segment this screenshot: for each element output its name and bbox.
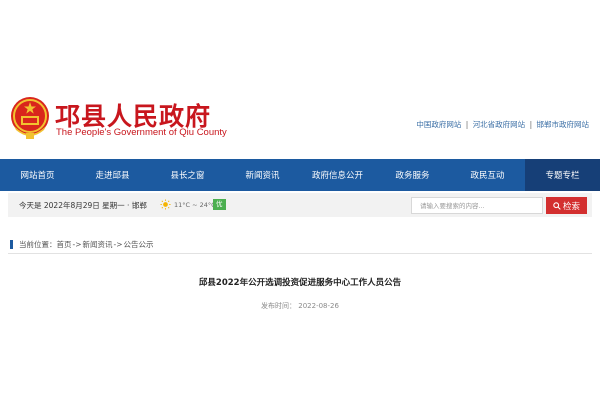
publish-date-label: 发布时间： — [261, 302, 297, 310]
breadcrumb-separator: -> — [72, 240, 82, 249]
search-button[interactable]: 检索 — [546, 197, 587, 214]
breadcrumb-label: 当前位置： — [19, 240, 57, 249]
nav-item-about-county[interactable]: 走进邱县 — [75, 159, 150, 191]
breadcrumb-announcements[interactable]: 公告公示 — [124, 239, 154, 250]
publish-date: 发布时间： 2022-08-26 — [0, 301, 600, 311]
nav-item-special-topics[interactable]: 专题专栏 — [525, 159, 600, 191]
top-link-central-gov[interactable]: 中国政府网站 — [416, 120, 461, 129]
site-subtitle: The People's Government of Qiu County — [56, 127, 227, 138]
search-button-label: 检索 — [562, 201, 580, 212]
top-links: 中国政府网站 | 河北省政府网站 | 邯郸市政府网站 — [416, 119, 589, 130]
breadcrumb-separator: -> — [113, 240, 123, 249]
temperature: 11°C ~ 24°C — [174, 201, 216, 209]
search-icon — [553, 201, 561, 210]
publish-date-value: 2022-08-26 — [298, 302, 339, 310]
top-link-handan-gov[interactable]: 邯郸市政府网站 — [537, 120, 590, 129]
nav-item-gov-services[interactable]: 政务服务 — [375, 159, 450, 191]
nav-item-home[interactable]: 网站首页 — [0, 159, 75, 191]
breadcrumb-news[interactable]: 新闻资讯 — [83, 239, 113, 250]
top-link-separator: | — [465, 120, 469, 129]
date-display: 今天是 2022年8月29日 星期一 · 邯郸 — [19, 201, 147, 210]
info-bar: 今天是 2022年8月29日 星期一 · 邯郸 11°C ~ 24°C 优 检索 — [8, 193, 592, 217]
breadcrumb-marker — [10, 240, 13, 249]
top-link-separator: | — [529, 120, 533, 129]
site-header: 邛县人民政府 The People's Government of Qiu Co… — [0, 92, 600, 150]
top-link-hebei-gov[interactable]: 河北省政府网站 — [473, 120, 526, 129]
main-nav: 网站首页 走进邱县 县长之窗 新闻资讯 政府信息公开 政务服务 政民互动 专题专… — [0, 159, 600, 191]
article-title: 邱县2022年公开选调投资促进服务中心工作人员公告 — [198, 278, 402, 288]
nav-item-interaction[interactable]: 政民互动 — [450, 159, 525, 191]
national-emblem-icon[interactable] — [10, 96, 50, 140]
breadcrumb: 当前位置： 首页 -> 新闻资讯 -> 公告公示 — [8, 236, 592, 254]
search-input[interactable] — [411, 197, 543, 214]
aqi-badge: 优 — [213, 199, 226, 210]
sun-icon — [160, 199, 171, 210]
nav-item-magistrate-window[interactable]: 县长之窗 — [150, 159, 225, 191]
breadcrumb-home[interactable]: 首页 — [57, 239, 72, 250]
nav-item-info-disclosure[interactable]: 政府信息公开 — [300, 159, 375, 191]
nav-item-news[interactable]: 新闻资讯 — [225, 159, 300, 191]
